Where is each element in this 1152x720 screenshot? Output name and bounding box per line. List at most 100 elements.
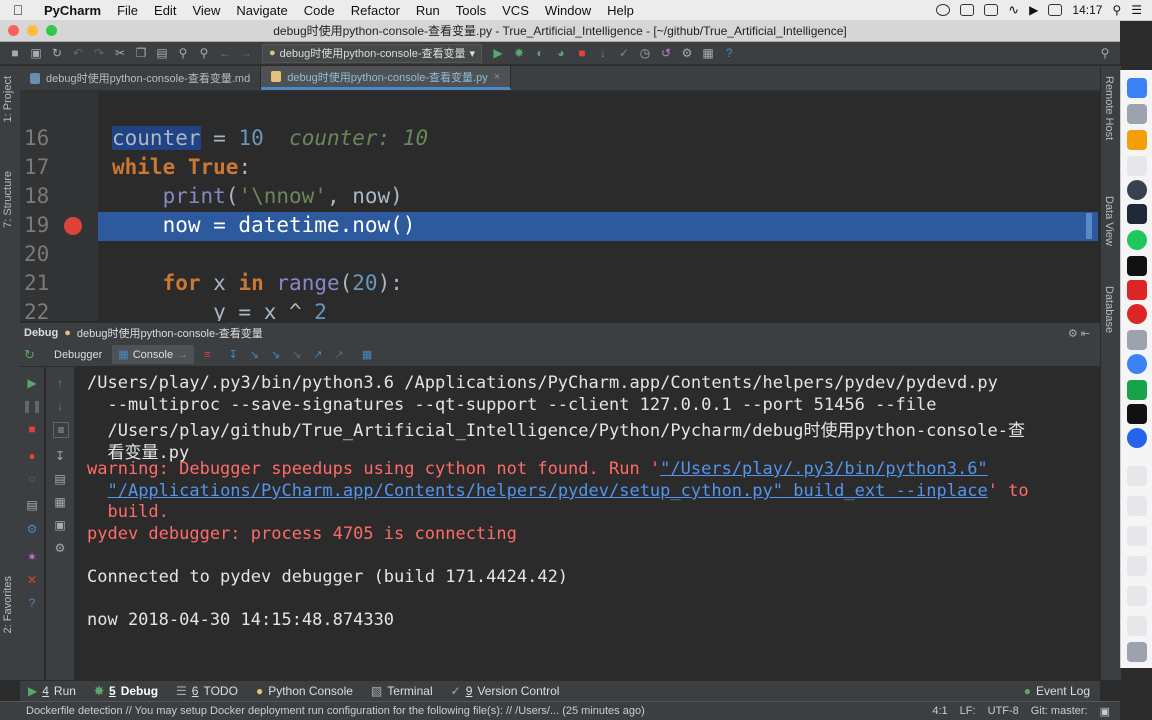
menu-vcs[interactable]: VCS — [494, 3, 537, 18]
youdao-icon[interactable] — [1127, 280, 1147, 300]
project-tool-tab[interactable]: 1: Project — [2, 76, 14, 122]
tab-debugger[interactable]: Debugger — [48, 346, 108, 364]
trash-icon[interactable] — [1127, 642, 1147, 662]
vcs-revert-icon[interactable]: ↺ — [657, 44, 675, 62]
debug-console-output[interactable]: /Users/play/.py3/bin/python3.6 /Applicat… — [75, 367, 1100, 680]
chrome-icon[interactable] — [1127, 230, 1147, 250]
git-branch[interactable]: Git: master: — [1031, 705, 1088, 718]
paste-icon[interactable]: ▤ — [153, 44, 171, 62]
status-message[interactable]: Dockerfile detection // You may setup Do… — [26, 705, 645, 717]
scroll-to-end-icon[interactable]: ↧ — [53, 449, 67, 463]
bluetooth-icon[interactable] — [984, 4, 999, 16]
resume-icon[interactable]: ▶ — [25, 376, 39, 390]
find-icon[interactable]: ⚲ — [174, 44, 192, 62]
qq-browser-icon[interactable] — [1127, 428, 1147, 448]
maps-icon[interactable] — [1127, 354, 1147, 374]
run-config-selector[interactable]: ● debug时使用python-console-查看变量 ▾ — [262, 43, 483, 63]
panel-settings-icon[interactable]: ⚙ ⇤ — [1068, 327, 1090, 340]
minimize-window-button[interactable] — [27, 25, 38, 36]
print-icon[interactable]: ▤ — [53, 472, 67, 486]
menu-view[interactable]: View — [184, 3, 228, 18]
toolwindow-run[interactable]: ▶ 4 Run — [28, 684, 76, 698]
zoom-window-button[interactable] — [46, 25, 57, 36]
document-icon[interactable] — [1127, 496, 1147, 516]
stop-icon[interactable]: ■ — [573, 44, 591, 62]
show-execution-point-icon[interactable]: ≡ — [204, 349, 210, 361]
sync-icon[interactable]: ↻ — [48, 44, 66, 62]
file-encoding[interactable]: UTF-8 — [988, 705, 1019, 718]
menubar-clock[interactable]: 14:17 — [1072, 3, 1102, 17]
spotlight-icon[interactable]: ⚲ — [1112, 3, 1121, 17]
close-icon[interactable]: ✕ — [25, 573, 39, 587]
menu-file[interactable]: File — [109, 3, 146, 18]
breakpoint-icon[interactable] — [64, 217, 82, 235]
lock-icon[interactable]: ▣ — [1100, 705, 1110, 718]
document-icon[interactable] — [1127, 466, 1147, 486]
close-tab-icon[interactable]: × — [494, 71, 500, 83]
volume-icon[interactable]: ▶ — [1029, 3, 1038, 17]
close-window-button[interactable] — [8, 25, 19, 36]
menu-app[interactable]: PyCharm — [36, 3, 109, 18]
python-path-link[interactable]: "/Users/play/.py3/bin/python3.6" — [660, 459, 988, 479]
help-icon[interactable]: ? — [25, 596, 39, 610]
step-out-icon[interactable]: ↗ — [313, 348, 322, 361]
menu-code[interactable]: Code — [296, 3, 343, 18]
search-everywhere-icon[interactable]: ⚲ — [1096, 44, 1114, 62]
vcs-history-icon[interactable]: ◷ — [636, 44, 654, 62]
toolwindow-python-console[interactable]: ● Python Console — [256, 684, 353, 698]
toolwindow-terminal[interactable]: ▧ Terminal — [371, 684, 433, 698]
clear-all-icon[interactable]: ▦ — [53, 495, 67, 509]
step-into-my-code-icon[interactable]: ↘ — [271, 348, 280, 361]
replace-icon[interactable]: ⚲ — [195, 44, 213, 62]
toolwindow-event-log[interactable]: ● Event Log — [1024, 684, 1090, 698]
menu-refactor[interactable]: Refactor — [343, 3, 408, 18]
coverage-icon[interactable]: ◐ — [531, 44, 549, 62]
vcs-update-icon[interactable]: ↓ — [594, 44, 612, 62]
save-icon[interactable]: ▣ — [27, 44, 45, 62]
redo-icon[interactable]: ↷ — [90, 44, 108, 62]
run-to-cursor-icon[interactable]: ↗ — [335, 348, 344, 361]
tab-console[interactable]: ▦ Console → — [112, 345, 195, 364]
toolwindow-todo[interactable]: ☰ 6 TODO — [176, 684, 238, 698]
record-icon[interactable] — [936, 4, 951, 16]
tab-py-file[interactable]: debug时使用python-console-查看变量.py × — [261, 66, 512, 90]
opera-icon[interactable] — [1127, 304, 1147, 324]
evaluate-expression-icon[interactable]: ▦ — [362, 348, 372, 361]
preview-icon[interactable] — [1127, 330, 1147, 350]
project-structure-icon[interactable]: ▦ — [699, 44, 717, 62]
menu-tools[interactable]: Tools — [448, 3, 494, 18]
run-icon[interactable]: ▶ — [489, 44, 507, 62]
menu-run[interactable]: Run — [408, 3, 448, 18]
notification-center-icon[interactable]: ☰ — [1131, 3, 1142, 17]
stop-icon[interactable]: ■ — [25, 422, 39, 436]
document-icon[interactable] — [1127, 586, 1147, 606]
forward-icon[interactable]: → — [237, 44, 255, 62]
help-icon[interactable]: ? — [720, 44, 738, 62]
vcs-commit-icon[interactable]: ✓ — [615, 44, 633, 62]
soft-wrap-icon[interactable]: ≡ — [53, 422, 69, 438]
debug-icon[interactable]: ✸ — [510, 44, 528, 62]
debug-config-label[interactable]: debug时使用python-console-查看变量 — [77, 325, 263, 341]
rerun-icon[interactable]: ↻ — [24, 347, 44, 363]
data-view-tool-tab[interactable]: Data View — [1103, 196, 1115, 246]
database-tool-tab[interactable]: Database — [1103, 286, 1115, 333]
step-over-icon[interactable]: ↧ — [229, 348, 238, 361]
settings-icon[interactable]: ⚙ — [678, 44, 696, 62]
document-icon[interactable] — [1127, 616, 1147, 636]
down-stack-icon[interactable]: ↓ — [53, 399, 67, 413]
system-prefs-icon[interactable] — [1127, 180, 1147, 200]
structure-tool-tab[interactable]: 7: Structure — [2, 171, 14, 228]
mute-breakpoints-icon[interactable]: ○ — [25, 472, 39, 486]
battery-icon[interactable] — [1048, 4, 1063, 16]
terminal-icon[interactable] — [1127, 256, 1147, 276]
chrome-canary-icon[interactable] — [1127, 130, 1147, 150]
layout-icon[interactable]: ▤ — [25, 498, 39, 512]
editor-scrollbar[interactable] — [1086, 213, 1092, 239]
toolwindow-debug[interactable]: ✸ 5 Debug — [94, 684, 158, 698]
menu-navigate[interactable]: Navigate — [228, 3, 295, 18]
show-variables-icon[interactable]: ▣ — [53, 518, 67, 532]
apple-icon[interactable]:  — [0, 2, 36, 18]
activity-monitor-icon[interactable] — [1127, 204, 1147, 224]
notes-icon[interactable] — [1127, 156, 1147, 176]
document-icon[interactable] — [1127, 526, 1147, 546]
